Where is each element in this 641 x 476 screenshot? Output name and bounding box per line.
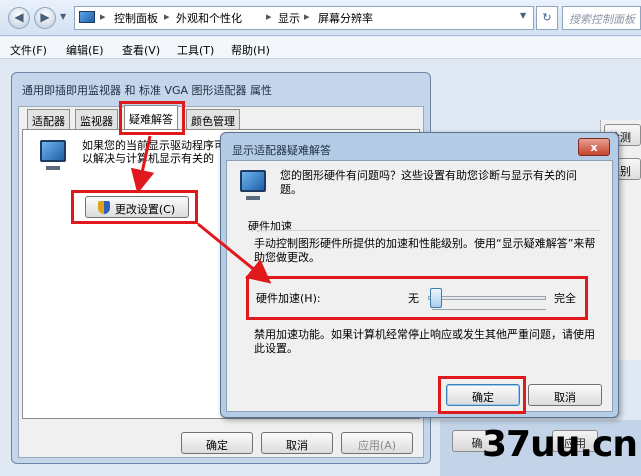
site-watermark: 37uu.cn bbox=[482, 424, 638, 465]
annotation-arrows bbox=[130, 135, 272, 284]
arrow-tab-to-button bbox=[130, 135, 155, 194]
arrow-button-to-slider bbox=[197, 222, 272, 284]
